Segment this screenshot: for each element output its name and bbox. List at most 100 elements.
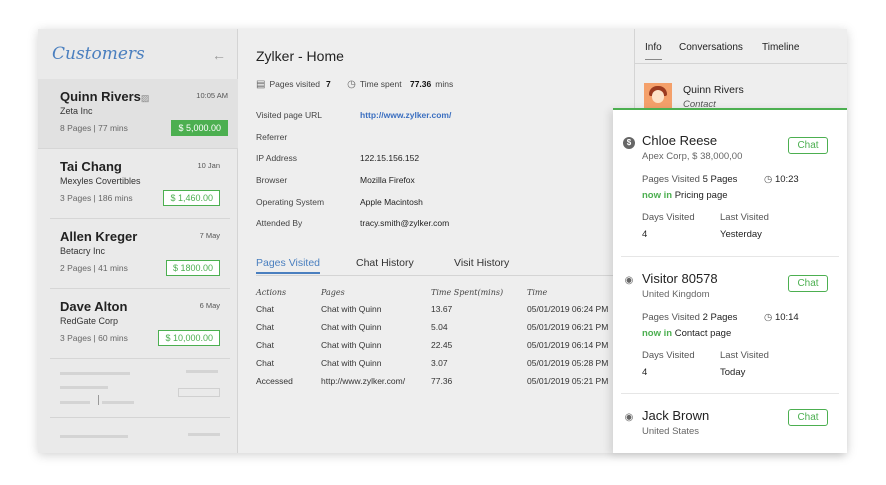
detail-label: Referrer	[256, 132, 288, 142]
tab-pages-visited[interactable]: Pages Visited	[256, 257, 321, 274]
dollar-icon: $	[623, 137, 635, 149]
cell-action: Chat	[256, 340, 274, 350]
visitor-sub: United States	[642, 426, 700, 437]
tab-visit-history[interactable]: Visit History	[454, 257, 509, 269]
info-tabs-divider	[635, 63, 847, 64]
cell-page: Chat with Quinn	[321, 340, 382, 350]
detail-row: Browser Mozilla Firefox	[256, 175, 415, 185]
customer-item[interactable]: Dave Alton 6 May RedGate Corp 3 Pages | …	[50, 289, 230, 359]
customers-sidebar: Customers ← Quinn Rivers▨ 10:05 AM Zeta …	[38, 29, 238, 453]
cell-time-spent: 5.04	[431, 322, 448, 332]
customer-name: Quinn Rivers	[60, 89, 141, 104]
cell-page: Chat with Quinn	[321, 358, 382, 368]
chat-button[interactable]: Chat	[788, 275, 828, 292]
cell-action: Chat	[256, 304, 274, 314]
detail-value: Mozilla Firefox	[360, 175, 415, 185]
cell-time: 05/01/2019 06:21 PM	[527, 322, 609, 332]
chat-button[interactable]: Chat	[788, 137, 828, 154]
customer-meta: 3 Pages | 186 mins	[60, 193, 133, 203]
sidebar-title: Customers	[52, 44, 145, 64]
cell-action: Accessed	[256, 376, 293, 386]
sidebar-header: Customers ←	[38, 29, 238, 79]
current-page: now in Pricing page	[642, 190, 728, 201]
customer-amount: $ 5,000.00	[171, 120, 228, 136]
cell-time: 05/01/2019 05:21 PM	[527, 376, 609, 386]
customer-amount: $ 1,460.00	[163, 190, 220, 206]
tab-chat-history[interactable]: Chat History	[356, 257, 414, 269]
customer-org: RedGate Corp	[60, 316, 119, 326]
detail-label: IP Address	[256, 153, 297, 163]
days-visited-value: 4	[642, 229, 648, 240]
cell-time: 05/01/2019 06:14 PM	[527, 340, 609, 350]
cell-time-spent: 3.07	[431, 358, 448, 368]
cell-time-spent: 13.67	[431, 304, 453, 314]
customer-meta: 8 Pages | 77 mins	[60, 123, 128, 133]
visit-time-value: 10:23	[774, 174, 799, 185]
detail-label: Visited page URL	[256, 110, 322, 120]
tab-info[interactable]: Info	[645, 42, 662, 60]
clock-icon: ◷	[347, 79, 356, 90]
cell-page: http://www.zylker.com/	[321, 376, 406, 386]
tab-timeline[interactable]: Timeline	[762, 42, 799, 53]
now-in-label: now in	[642, 190, 673, 201]
customer-time: 6 May	[199, 301, 220, 310]
chat-button[interactable]: Chat	[788, 409, 828, 426]
customer-org: Zeta Inc	[60, 106, 93, 116]
customer-name: Dave Alton	[60, 299, 128, 314]
visitor-name: Chloe Reese	[642, 133, 718, 148]
detail-row: Attended By tracy.smith@zylker.com	[256, 218, 449, 228]
customer-org: Mexyles Covertibles	[60, 176, 141, 186]
tab-conversations[interactable]: Conversations	[679, 42, 743, 53]
time-spent-label: Time spent	[359, 79, 402, 89]
customer-item[interactable]: Allen Kreger 7 May Betacry Inc 2 Pages |…	[50, 219, 230, 289]
visitor-name: Visitor 80578	[642, 271, 718, 286]
pages-visited-label: Pages Visited	[642, 174, 700, 185]
clock-icon: ◷	[764, 174, 773, 185]
customer-amount: $ 1800.00	[165, 260, 220, 276]
col-header-actions: Actions	[256, 288, 287, 297]
customer-amount: $ 10,000.00	[158, 330, 220, 346]
pages-visited-label: Pages visited	[269, 79, 321, 89]
customer-name: Allen Kreger	[60, 229, 138, 244]
customer-time: 10:05 AM	[196, 91, 228, 100]
eye-icon: ◉	[624, 275, 634, 286]
customer-meta: 2 Pages | 41 mins	[60, 263, 128, 273]
customer-item[interactable]: Tai Chang 10 Jan Mexyles Covertibles 3 P…	[50, 149, 230, 219]
pages-visited: Pages Visited 2 Pages	[642, 312, 737, 323]
eye-icon: ◉	[624, 412, 634, 423]
customer-time: 10 Jan	[197, 161, 220, 170]
customer-item[interactable]: Quinn Rivers▨ 10:05 AM Zeta Inc 8 Pages …	[38, 79, 238, 149]
detail-row: Referrer	[256, 132, 287, 142]
col-header-pages: Pages	[321, 288, 345, 297]
pages-visited-label: Pages Visited	[642, 312, 700, 323]
customer-name: Tai Chang	[60, 159, 122, 174]
detail-value: tracy.smith@zylker.com	[360, 218, 450, 228]
detail-label: Operating System	[256, 197, 325, 207]
customer-org: Betacry Inc	[60, 246, 106, 256]
visitors-popup: $ Chloe Reese Apex Corp, $ 38,000,00 Cha…	[613, 108, 847, 453]
col-header-time: Time	[527, 288, 548, 297]
cell-action: Chat	[256, 358, 274, 368]
visitor-name: Jack Brown	[642, 408, 710, 423]
detail-row: IP Address 122.15.156.152	[256, 153, 419, 163]
visit-time: ◷ 10:14	[764, 312, 799, 323]
customer-meta: 3 Pages | 60 mins	[60, 333, 128, 343]
col-header-time-spent: Time Spent(mins)	[431, 288, 504, 297]
visited-url-link[interactable]: http://www.zylker.com/	[360, 110, 451, 120]
cell-page: Chat with Quinn	[321, 322, 382, 332]
pages-visited-value: 5 Pages	[702, 174, 738, 185]
cell-time-spent: 77.36	[431, 376, 453, 386]
last-visited-label: Last Visited	[720, 350, 769, 361]
visit-time-value: 10:14	[774, 312, 799, 323]
current-page: now in Contact page	[642, 328, 731, 339]
current-page-value: Contact page	[674, 328, 732, 339]
contact-name: Quinn Rivers	[683, 84, 744, 96]
pages-visited-value: 2 Pages	[702, 312, 738, 323]
page-title: Zylker - Home	[256, 48, 344, 64]
visit-stats: ▤ Pages visited 7 ◷ Time spent 77.36 mins	[256, 79, 453, 90]
now-in-label: now in	[642, 328, 673, 339]
cell-time-spent: 22.45	[431, 340, 453, 350]
arrow-left-icon[interactable]: ←	[212, 47, 226, 63]
chat-icon: ▨	[140, 93, 150, 103]
cell-action: Chat	[256, 322, 274, 332]
